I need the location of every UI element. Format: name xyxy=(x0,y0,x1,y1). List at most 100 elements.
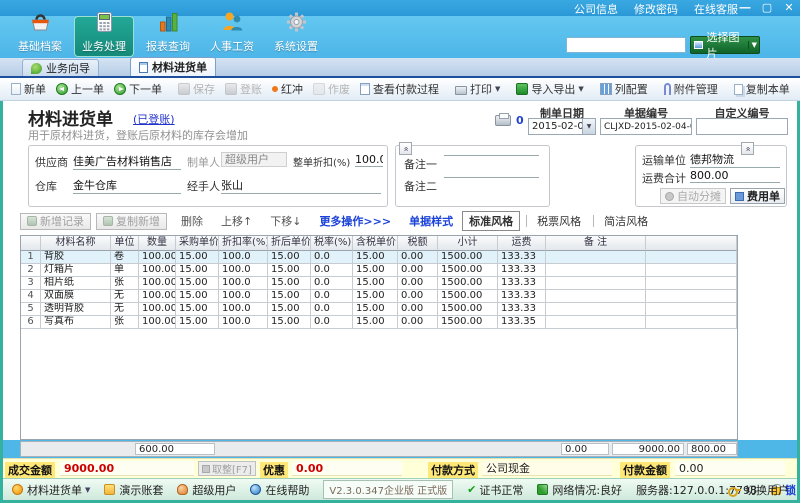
table-cell[interactable]: 6 xyxy=(21,316,41,329)
table-cell[interactable]: 1500.00 xyxy=(438,316,498,329)
doc-no-field[interactable]: CLJXD-2015-02-04-001 xyxy=(600,118,692,135)
table-cell[interactable]: 15.00 xyxy=(176,290,219,303)
delete-row-button[interactable]: 删除 xyxy=(181,213,203,229)
style-tab-税票风格[interactable]: 税票风格 xyxy=(531,212,587,230)
table-cell[interactable]: 15.00 xyxy=(268,277,311,290)
table-cell[interactable]: 0.00 xyxy=(398,303,438,316)
table-cell[interactable] xyxy=(546,264,646,277)
table-cell[interactable]: 100.0 xyxy=(219,251,268,264)
table-cell[interactable]: 张 xyxy=(111,316,139,329)
remark2-field[interactable] xyxy=(444,177,539,178)
column-header[interactable]: 税额 xyxy=(398,236,438,251)
table-cell[interactable]: 133.35 xyxy=(498,316,546,329)
collapse-panel-icon[interactable] xyxy=(399,142,412,155)
column-header[interactable]: 折扣率(%) xyxy=(219,236,268,251)
statusbar-item-online-help[interactable]: 在线帮助 xyxy=(246,482,313,498)
table-cell[interactable]: 0.00 xyxy=(398,251,438,264)
table-cell[interactable]: 0.0 xyxy=(311,290,353,303)
toolbar-button-下一单[interactable]: 下一单 xyxy=(109,79,167,99)
paid-amount-value[interactable]: 0.00 xyxy=(675,461,785,476)
remark1-field[interactable] xyxy=(444,155,539,156)
table-row[interactable]: 3相片纸张100.0015.00100.015.000.015.000.0015… xyxy=(21,277,737,290)
table-cell[interactable]: 15.00 xyxy=(176,264,219,277)
table-cell[interactable]: 15.00 xyxy=(353,316,398,329)
table-cell[interactable]: 2 xyxy=(21,264,41,277)
table-cell[interactable]: 100.00 xyxy=(139,264,176,277)
table-cell[interactable]: 15.00 xyxy=(268,290,311,303)
table-cell[interactable]: 0.0 xyxy=(311,264,353,277)
statusbar-item-current-user[interactable]: 超级用户 xyxy=(173,482,240,498)
table-row[interactable]: 5透明背胶无100.0015.00100.015.000.015.000.001… xyxy=(21,303,737,316)
table-row[interactable]: 1背胶卷100.0015.00100.015.000.015.000.00150… xyxy=(21,251,737,264)
printer-icon[interactable] xyxy=(495,115,511,126)
date-dropdown-icon[interactable]: ▼ xyxy=(582,119,595,134)
column-header[interactable]: 单位 xyxy=(111,236,139,251)
table-cell[interactable] xyxy=(546,316,646,329)
style-tab-简洁风格[interactable]: 简洁风格 xyxy=(598,212,654,230)
pay-method-value[interactable]: 公司现金 xyxy=(482,461,612,476)
column-header[interactable]: 含税单价 xyxy=(353,236,398,251)
table-cell[interactable]: 无 xyxy=(111,303,139,316)
column-header[interactable]: 折后单价 xyxy=(268,236,311,251)
table-cell[interactable]: 卷 xyxy=(111,251,139,264)
supplier-field[interactable]: 佳美广告材料销售店 xyxy=(73,153,181,170)
minimize-icon[interactable]: ― xyxy=(738,1,752,14)
column-header[interactable]: 备 注 xyxy=(546,236,646,251)
toolbar-button-上一单[interactable]: 上一单 xyxy=(51,79,109,99)
table-cell[interactable]: 15.00 xyxy=(353,277,398,290)
toolbar-button-复制本单[interactable]: 复制本单 xyxy=(729,79,795,99)
table-cell[interactable]: 背胶 xyxy=(41,251,111,264)
statusbar-item-network[interactable]: 网络情况:良好 xyxy=(533,482,626,498)
table-row[interactable]: 4双面膜无100.0015.00100.015.000.015.000.0015… xyxy=(21,290,737,303)
table-cell[interactable]: 15.00 xyxy=(176,316,219,329)
table-cell[interactable]: 0.0 xyxy=(311,316,353,329)
table-cell[interactable]: 100.0 xyxy=(219,303,268,316)
table-cell[interactable]: 100.00 xyxy=(139,290,176,303)
collapse-panel-icon[interactable] xyxy=(741,142,754,155)
nav-item-人事工资[interactable]: 人事工资 xyxy=(202,16,262,57)
chevron-down-icon[interactable]: ▼ xyxy=(578,85,583,93)
table-cell[interactable] xyxy=(646,316,737,329)
table-cell[interactable]: 透明背胶 xyxy=(41,303,111,316)
table-cell[interactable]: 1500.00 xyxy=(438,277,498,290)
nav-item-系统设置[interactable]: 系统设置 xyxy=(266,16,326,57)
nav-item-业务处理[interactable]: 业务处理 xyxy=(74,16,134,57)
toolbar-button-导入导出[interactable]: 导入导出▼ xyxy=(511,79,588,99)
table-cell[interactable]: 15.00 xyxy=(353,264,398,277)
toolbar-button-查看付款过程[interactable]: 查看付款过程 xyxy=(355,79,444,99)
freight-total-field[interactable]: 800.00 xyxy=(690,169,780,183)
table-cell[interactable]: 15.00 xyxy=(176,303,219,316)
table-cell[interactable]: 1500.00 xyxy=(438,303,498,316)
date-field[interactable]: 2015-02-04 ▼ xyxy=(528,118,596,135)
table-cell[interactable]: 133.33 xyxy=(498,277,546,290)
toolbar-button-红冲[interactable]: 红冲 xyxy=(267,79,308,99)
chevron-down-icon[interactable]: ▼ xyxy=(495,85,500,93)
move-down-button[interactable]: 下移↓ xyxy=(270,213,301,229)
table-cell[interactable]: 张 xyxy=(111,277,139,290)
company-info-link[interactable]: 公司信息 xyxy=(574,1,618,17)
table-cell[interactable] xyxy=(646,277,737,290)
table-cell[interactable]: 15.00 xyxy=(268,264,311,277)
table-cell[interactable] xyxy=(646,290,737,303)
table-cell[interactable]: 1500.00 xyxy=(438,251,498,264)
column-header[interactable]: 采购单价 xyxy=(176,236,219,251)
tab-business-wizard[interactable]: 业务向导 xyxy=(22,59,99,76)
bill-style-label[interactable]: 单据样式 xyxy=(409,213,453,229)
table-cell[interactable]: 100.00 xyxy=(139,316,176,329)
table-cell[interactable]: 133.33 xyxy=(498,251,546,264)
select-image-button[interactable]: 选择图片 ▼ xyxy=(690,36,760,54)
table-cell[interactable] xyxy=(546,277,646,290)
chevron-down-icon[interactable]: ▼ xyxy=(748,41,757,49)
table-cell[interactable]: 写真布 xyxy=(41,316,111,329)
table-row[interactable]: 6写真布张100.0015.00100.015.000.015.000.0015… xyxy=(21,316,737,329)
transport-unit-field[interactable]: 德邦物流 xyxy=(690,151,780,168)
table-cell[interactable]: 无 xyxy=(111,290,139,303)
table-cell[interactable]: 100.0 xyxy=(219,277,268,290)
custom-no-field[interactable] xyxy=(696,118,788,135)
table-cell[interactable]: 133.33 xyxy=(498,290,546,303)
column-header[interactable] xyxy=(646,236,737,251)
table-cell[interactable]: 1500.00 xyxy=(438,264,498,277)
maximize-icon[interactable]: ▢ xyxy=(760,1,774,14)
close-icon[interactable]: ✕ xyxy=(782,1,796,14)
table-cell[interactable]: 15.00 xyxy=(268,303,311,316)
